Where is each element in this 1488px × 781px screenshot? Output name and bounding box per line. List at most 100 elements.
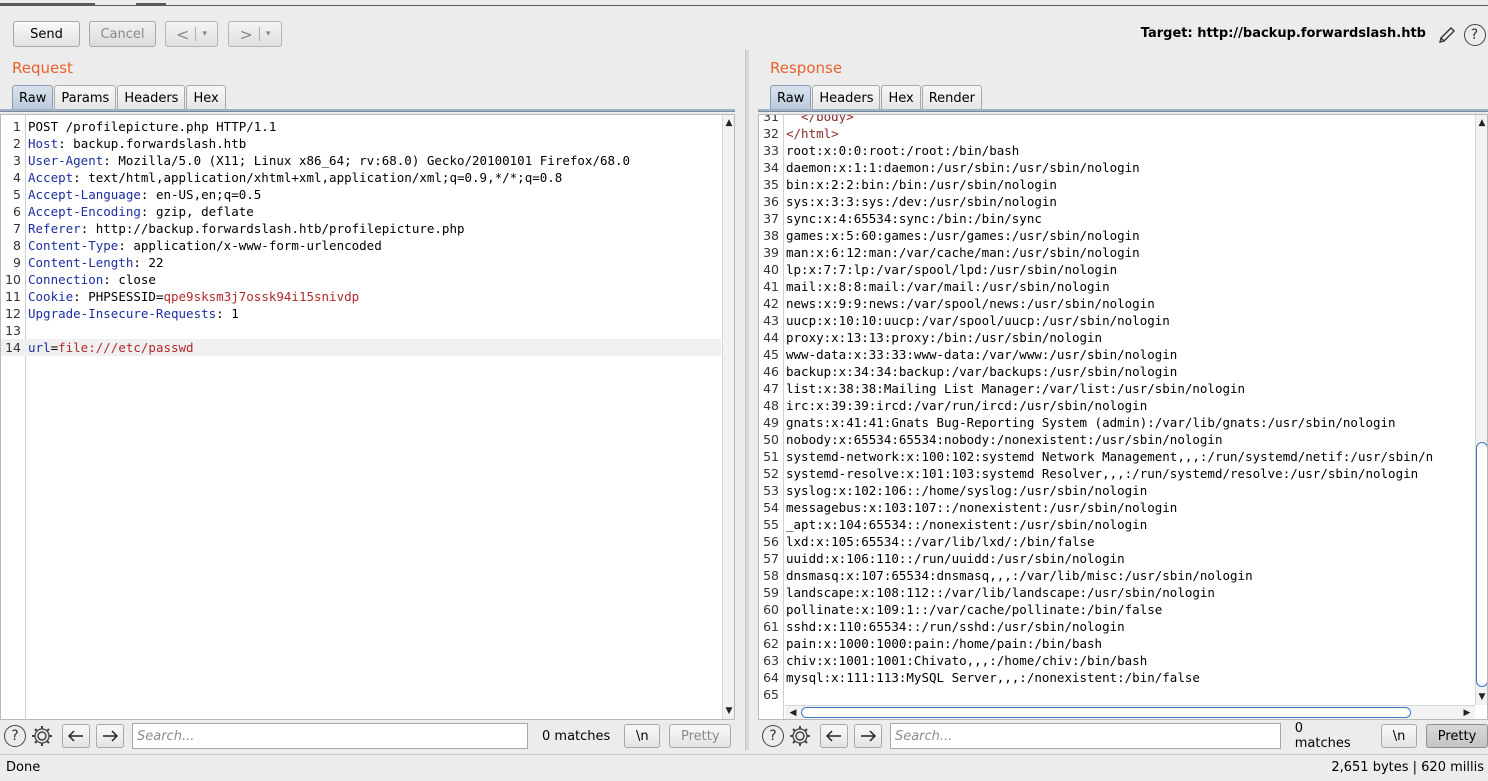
newline-toggle[interactable]: \n <box>624 724 661 748</box>
back-button[interactable]: < ▾ <box>165 21 218 47</box>
line-content: man:x:6:12:man:/var/cache/man:/usr/sbin/… <box>786 245 1140 260</box>
cancel-button[interactable]: Cancel <box>89 21 156 47</box>
response-editor[interactable]: 31 </body> 32 </html> 33 root:x:0:0:root:/ro… <box>758 114 1488 720</box>
scroll-down-icon[interactable]: ▼ <box>723 705 734 717</box>
tab-underline <box>758 109 1488 112</box>
response-line: 39 man:x:6:12:man:/var/cache/man:/usr/sbi… <box>759 244 1475 261</box>
gear-icon[interactable] <box>788 724 812 748</box>
line-content: news:x:9:9:news:/var/spool/news:/usr/sbi… <box>786 296 1155 311</box>
param-value: file:///etc/passwd <box>58 340 194 355</box>
line-content: systemd-network:x:100:102:systemd Networ… <box>786 449 1434 464</box>
tab-render[interactable]: Render <box>921 85 982 110</box>
scroll-up-icon[interactable]: ▲ <box>1476 117 1487 129</box>
line-content: nobody:x:65534:65534:nobody:/nonexistent… <box>786 432 1223 447</box>
line-content: messagebus:x:103:107::/nonexistent:/usr/… <box>786 500 1178 515</box>
header-value: close <box>118 272 156 287</box>
response-line: 53 syslog:x:102:106::/home/syslog:/usr/sb… <box>759 482 1475 499</box>
line-number: 12 <box>5 306 21 321</box>
response-vscrollbar[interactable]: ▲ ▼ <box>1475 115 1487 705</box>
header-value: backup.forwardslash.htb <box>73 136 247 151</box>
scroll-thumb[interactable] <box>1476 442 1487 687</box>
tab-raw[interactable]: Raw <box>770 85 812 110</box>
header-name: Referer <box>28 221 81 236</box>
send-button[interactable]: Send <box>13 21 80 47</box>
pretty-button[interactable]: Pretty <box>1426 724 1488 748</box>
line-number: 35 <box>763 177 779 192</box>
response-title: Response <box>770 59 843 77</box>
scroll-left-icon[interactable]: ◀ <box>787 706 799 719</box>
request-editor[interactable]: 1 POST /profilepicture.php HTTP/1.1 2 Host:… <box>0 114 735 720</box>
response-line: 60 pollinate:x:109:1::/var/cache/pollinat… <box>759 601 1475 618</box>
search-input[interactable] <box>132 723 528 749</box>
previous-match-button[interactable] <box>62 724 90 748</box>
help-icon[interactable]: ? <box>4 725 26 747</box>
line-number: 57 <box>763 551 779 566</box>
line-number: 6 <box>13 204 21 219</box>
line-content: Host: backup.forwardslash.htb <box>28 135 246 152</box>
response-hscrollbar[interactable]: ◀ ▶ <box>785 705 1475 719</box>
request-line: 1 POST /profilepicture.php HTTP/1.1 <box>1 118 721 135</box>
line-number: 43 <box>763 313 779 328</box>
help-icon[interactable]: ? <box>762 725 784 747</box>
response-line: 56 lxd:x:105:65534::/var/lib/lxd/:/bin/fa… <box>759 533 1475 550</box>
response-line: 62 pain:x:1000:1000:pain:/home/pain:/bin/… <box>759 635 1475 652</box>
next-match-button[interactable] <box>96 724 124 748</box>
pretty-button[interactable]: Pretty <box>669 724 732 748</box>
search-input[interactable] <box>889 723 1281 749</box>
line-content: lp:x:7:7:lp:/var/spool/lpd:/usr/sbin/nol… <box>786 262 1118 277</box>
tab-hex[interactable]: Hex <box>186 85 226 110</box>
tab-headers[interactable]: Headers <box>117 85 186 110</box>
tab-raw[interactable]: Raw <box>12 85 54 110</box>
newline-toggle[interactable]: \n <box>1381 724 1418 748</box>
line-number: 46 <box>763 364 779 379</box>
response-searchbar: ? 0 matches \n Pretty <box>762 721 1488 751</box>
line-number: 31 <box>763 114 779 124</box>
separator: = <box>50 340 59 355</box>
line-number: 52 <box>763 466 779 481</box>
tab-headers[interactable]: Headers <box>812 85 881 110</box>
help-icon[interactable]: ? <box>1463 23 1486 46</box>
header-value: 22 <box>148 255 164 270</box>
line-content: User-Agent: Mozilla/5.0 (X11; Linux x86_… <box>28 152 630 169</box>
response-line: 52 systemd-resolve:x:101:103:systemd Reso… <box>759 465 1475 482</box>
top-tab-1[interactable] <box>0 0 95 5</box>
response-stats: 2,651 bytes | 620 millis <box>1331 760 1484 775</box>
tab-params[interactable]: Params <box>54 85 117 110</box>
scroll-right-icon[interactable]: ▶ <box>1461 706 1473 719</box>
next-match-button[interactable] <box>853 724 882 748</box>
tab-hex[interactable]: Hex <box>881 85 921 110</box>
line-content: url=file:///etc/passwd <box>28 339 194 356</box>
line-content: </body> <box>786 114 854 124</box>
line-number: 54 <box>763 500 779 515</box>
request-vscrollbar[interactable]: ▲ ▼ <box>722 115 734 719</box>
header-value: 1 <box>231 306 239 321</box>
line-number: 47 <box>763 381 779 396</box>
line-number: 14 <box>5 340 21 355</box>
separator: : <box>216 306 232 321</box>
header-value: en-US,en;q=0.5 <box>155 187 262 202</box>
hscroll-thumb[interactable] <box>801 707 1411 718</box>
line-content: systemd-resolve:x:101:103:systemd Resolv… <box>786 466 1419 481</box>
request-lines: 1 POST /profilepicture.php HTTP/1.1 2 Host:… <box>1 118 721 356</box>
forward-button[interactable]: > ▾ <box>228 21 282 47</box>
header-name: Cookie <box>28 289 74 304</box>
scroll-down-icon[interactable]: ▼ <box>1476 691 1487 703</box>
scroll-up-icon[interactable]: ▲ <box>723 117 734 129</box>
line-number: 36 <box>763 194 779 209</box>
panel-divider[interactable] <box>745 50 749 750</box>
line-number: 49 <box>763 415 779 430</box>
previous-match-button[interactable] <box>819 724 848 748</box>
response-tabs: Raw Headers Hex Render <box>770 85 983 110</box>
arrow-right-icon <box>860 730 876 742</box>
pencil-icon[interactable] <box>1436 24 1458 46</box>
tab-underline <box>0 109 735 112</box>
header-value: PHPSESSID= <box>88 289 164 304</box>
line-content: Accept-Language: en-US,en;q=0.5 <box>28 186 261 203</box>
header-name: Accept-Language <box>28 187 141 202</box>
line-content: dnsmasq:x:107:65534:dnsmasq,,,:/var/lib/… <box>786 568 1253 583</box>
forward-arrow-icon: > <box>239 24 253 44</box>
request-searchbar: ? 0 matches \n Pretty <box>4 722 744 750</box>
line-number: 3 <box>13 153 21 168</box>
top-tab-2[interactable] <box>136 0 166 5</box>
gear-icon[interactable] <box>30 724 54 748</box>
